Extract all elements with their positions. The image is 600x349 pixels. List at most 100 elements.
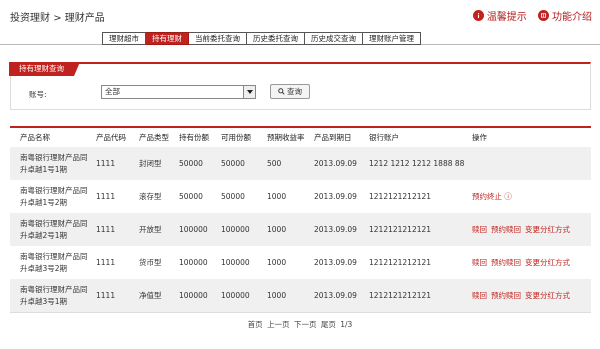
book-icon <box>538 10 549 21</box>
product-code: 1111 <box>96 279 139 312</box>
query-panel: 持有理财查询 账号: 全部 查询 <box>9 62 591 110</box>
table-row: 南粤银行理财产品同 升卓越2号1期 1111 开放型 100000 100000 … <box>10 213 591 246</box>
product-name-line1: 南粤银行理财产品同 <box>20 251 88 261</box>
feature-intro-link[interactable]: 功能介绍 <box>538 8 592 23</box>
magnifier-icon <box>278 88 285 95</box>
warm-tip-link[interactable]: 温馨提示 <box>472 8 527 23</box>
expected-rate: 1000 <box>267 213 314 246</box>
due-date: 2013.09.09 <box>314 147 369 180</box>
redeem-link[interactable]: 赎回 <box>472 291 487 300</box>
col-header-code: 产品代码 <box>96 133 126 142</box>
reserve-redeem-link[interactable]: 预约赎回 <box>491 291 521 300</box>
product-code: 1111 <box>96 147 139 180</box>
reserve-redeem-link[interactable]: 预约赎回 <box>491 258 521 267</box>
bank-account: 1212 1212 1212 1888 88 <box>369 147 472 180</box>
operations-cell <box>472 147 591 180</box>
product-code: 1111 <box>96 192 116 201</box>
hold-shares: 100000 <box>179 258 208 267</box>
operations-cell: 赎回 预约赎回 变更分红方式 <box>472 279 591 312</box>
account-label: 账号: <box>29 90 47 99</box>
available-shares: 100000 <box>221 258 250 267</box>
due-date: 2013.09.09 <box>314 213 369 246</box>
product-type: 净值型 <box>139 279 179 312</box>
due-date: 2013.09.09 <box>314 192 357 201</box>
expected-rate: 1000 <box>267 192 287 201</box>
holdings-table: 产品名称 产品代码 产品类型 持有份额 可用份额 预期收益率 产品到期日 银行账… <box>10 126 591 313</box>
pager-page-indicator: 1/3 <box>340 320 353 329</box>
redeem-link[interactable]: 赎回 <box>472 225 487 234</box>
tab-history-orders[interactable]: 历史委托查询 <box>247 32 305 45</box>
product-code: 1111 <box>96 258 116 267</box>
change-dividend-link[interactable]: 变更分红方式 <box>525 291 570 300</box>
top-links: 温馨提示 功能介绍 <box>465 8 592 23</box>
product-name-line2: 升卓越1号2期 <box>20 197 68 207</box>
expected-rate: 1000 <box>267 258 287 267</box>
query-panel-title: 持有理财查询 <box>9 62 80 76</box>
breadcrumb: 投资理财 > 理财产品 <box>10 9 105 24</box>
hold-shares: 100000 <box>179 279 221 312</box>
info-icon <box>472 10 484 21</box>
tab-account-management[interactable]: 理财账户管理 <box>363 32 421 45</box>
tab-bar: 理财超市 持有理财 当前委托查询 历史委托查询 历史成交查询 理财账户管理 <box>102 32 421 45</box>
pager-next[interactable]: 下一页 <box>294 320 317 329</box>
pager-prev[interactable]: 上一页 <box>267 320 290 329</box>
tab-holdings[interactable]: 持有理财 <box>146 32 189 45</box>
product-name-line2: 升卓越3号1期 <box>20 296 68 306</box>
pagination: 首页 上一页 下一页 尾页 1/3 <box>0 319 600 330</box>
due-date: 2013.09.09 <box>314 279 369 312</box>
col-header-avail: 可用份额 <box>221 133 251 142</box>
product-name-line2: 升卓越1号1期 <box>20 164 68 174</box>
product-name-line2: 升卓越2号1期 <box>20 230 68 240</box>
bank-account: 1212121212121 <box>369 192 432 201</box>
account-select[interactable]: 全部 <box>101 85 256 99</box>
breadcrumb-item-products: 理财产品 <box>64 13 105 24</box>
reserve-redeem-link[interactable]: 预约赎回 <box>491 225 521 234</box>
table-row: 南粤银行理财产品同 升卓越3号1期 1111 净值型 100000 100000 … <box>10 279 591 312</box>
triangle-down-icon[interactable] <box>243 86 255 98</box>
available-shares: 50000 <box>221 147 267 180</box>
product-name-line2: 升卓越3号2期 <box>20 263 68 273</box>
reserve-terminate-link[interactable]: 预约终止 ⓘ <box>472 192 512 201</box>
product-type: 开放型 <box>139 213 179 246</box>
col-header-ops: 操作 <box>472 133 487 142</box>
product-name-cell: 南粤银行理财产品同 升卓越3号2期 <box>10 246 96 279</box>
col-header-name: 产品名称 <box>20 133 50 142</box>
available-shares: 100000 <box>221 213 267 246</box>
change-dividend-link[interactable]: 变更分红方式 <box>525 258 570 267</box>
breadcrumb-item-invest[interactable]: 投资理财 <box>10 9 50 24</box>
col-header-type: 产品类型 <box>139 133 169 142</box>
hold-shares: 100000 <box>179 213 221 246</box>
table-row: 南粤银行理财产品同 升卓越1号2期 1111 滚存型 50000 50000 10… <box>10 180 591 213</box>
redeem-link[interactable]: 赎回 <box>472 258 487 267</box>
warm-tip-label: 温馨提示 <box>486 12 527 23</box>
product-type: 货币型 <box>139 258 162 267</box>
product-name-line1: 南粤银行理财产品同 <box>20 152 88 162</box>
product-type: 滚存型 <box>139 192 162 201</box>
table-row: 南粤银行理财产品同 升卓越3号2期 1111 货币型 100000 100000 … <box>10 246 591 279</box>
top-bar: 投资理财 > 理财产品 温馨提示 功能介绍 <box>0 0 600 30</box>
pager-first[interactable]: 首页 <box>248 320 263 329</box>
product-name-line1: 南粤银行理财产品同 <box>20 185 88 195</box>
available-shares: 50000 <box>221 192 245 201</box>
tab-current-orders[interactable]: 当前委托查询 <box>189 32 247 45</box>
search-button[interactable]: 查询 <box>270 84 310 99</box>
expected-rate: 1000 <box>267 279 314 312</box>
product-name-cell: 南粤银行理财产品同 升卓越3号1期 <box>10 279 96 312</box>
due-date: 2013.09.09 <box>314 258 357 267</box>
change-dividend-link[interactable]: 变更分红方式 <box>525 225 570 234</box>
pager-last[interactable]: 尾页 <box>321 320 336 329</box>
table-header-row: 产品名称 产品代码 产品类型 持有份额 可用份额 预期收益率 产品到期日 银行账… <box>10 128 591 147</box>
bank-account: 1212121212121 <box>369 213 472 246</box>
account-select-value: 全部 <box>105 87 120 96</box>
tab-market[interactable]: 理财超市 <box>102 32 146 45</box>
breadcrumb-separator: > <box>53 13 62 24</box>
hold-shares: 50000 <box>179 147 221 180</box>
product-name-line1: 南粤银行理财产品同 <box>20 218 88 228</box>
search-button-label: 查询 <box>287 87 302 96</box>
col-header-account: 银行账户 <box>369 133 399 142</box>
product-code: 1111 <box>96 213 139 246</box>
tab-history-trades[interactable]: 历史成交查询 <box>305 32 363 45</box>
operations-cell: 赎回 预约赎回 变更分红方式 <box>472 213 591 246</box>
table-row: 南粤银行理财产品同 升卓越1号1期 1111 封闭型 50000 50000 50… <box>10 147 591 180</box>
col-header-due: 产品到期日 <box>314 133 352 142</box>
